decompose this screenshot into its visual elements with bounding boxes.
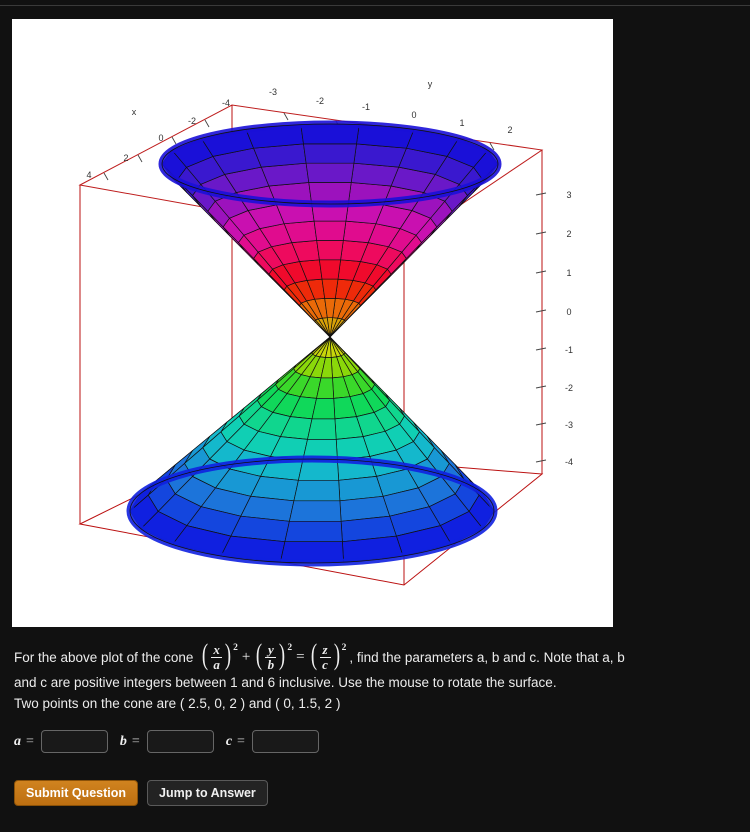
exponent-1: 2 (233, 643, 238, 653)
equals-c: = (237, 733, 245, 749)
term-y-over-b: ( y b ) 2 (254, 638, 293, 672)
left-paren-2: ( (256, 638, 263, 671)
plot-canvas[interactable]: 4 2 0 -2 -4 x -3 -2 -1 0 1 2 y 3 2 1 0 -… (12, 19, 613, 627)
denominator-c: c (322, 657, 328, 673)
x-tick-2: 0 (158, 133, 163, 143)
label-c: c (225, 733, 233, 749)
cone-equation: ( x a ) 2 + ( y b ) 2 = (z c) 2 (200, 638, 347, 672)
z-tick-5: -2 (565, 383, 573, 393)
x-axis-label: x (132, 107, 137, 117)
fraction-z-c: z c (319, 643, 332, 671)
label-a: a (14, 733, 21, 749)
question-text: For the above plot of the cone ( x a ) 2… (14, 638, 714, 714)
question-prefix: For the above plot of the cone (14, 649, 198, 665)
z-tick-6: -3 (565, 420, 573, 430)
answer-inputs-row: a = b = c = (14, 730, 319, 753)
fraction-x-a: x a (210, 643, 223, 671)
y-tick-1: -2 (316, 96, 324, 106)
numerator-y: y (267, 642, 274, 657)
operator-equals: = (296, 648, 305, 665)
y-tick-3: 0 (411, 110, 416, 120)
right-paren-2: ) (279, 638, 286, 671)
question-line-1: For the above plot of the cone ( x a ) 2… (14, 638, 714, 672)
x-tick-4: -4 (222, 98, 230, 108)
left-paren-1: ( (202, 638, 209, 671)
z-tick-2: 1 (566, 268, 571, 278)
y-tick-2: -1 (362, 102, 370, 112)
exponent-3: 2 (341, 643, 347, 653)
input-b[interactable] (146, 730, 214, 753)
numerator-z: z (322, 642, 328, 657)
y-tick-0: -3 (269, 87, 277, 97)
z-tick-0: 3 (566, 190, 571, 200)
y-axis-label: y (428, 79, 433, 89)
fraction-y-b: y b (264, 643, 277, 671)
term-z-over-c: ( z c ) 2 (309, 638, 347, 672)
exponent-2: 2 (287, 643, 293, 653)
label-b: b (119, 733, 127, 749)
x-tick-3: -2 (188, 116, 196, 126)
question-line-3: Two points on the cone are ( 2.5, 0, 2 )… (14, 696, 341, 712)
z-tick-1: 2 (566, 229, 571, 239)
top-divider (0, 5, 750, 6)
z-tick-3: 0 (566, 307, 571, 317)
x-tick-0: 4 (86, 170, 91, 180)
action-buttons: Submit Question Jump to Answer (14, 780, 268, 806)
right-paren-1: ) (225, 638, 232, 671)
cone-3d-plot[interactable]: 4 2 0 -2 -4 x -3 -2 -1 0 1 2 y 3 2 1 0 -… (12, 19, 613, 627)
numerator-x: x (213, 642, 220, 657)
x-tick-1: 2 (123, 153, 128, 163)
y-tick-5: 2 (507, 125, 512, 135)
denominator-b: b (267, 657, 275, 673)
question-line-2: and c are positive integers between 1 an… (14, 675, 557, 691)
input-c[interactable] (251, 730, 319, 753)
left-paren-3: ( (310, 638, 317, 671)
y-tick-4: 1 (459, 118, 464, 128)
term-x-over-a: ( x a ) 2 (200, 638, 238, 672)
input-a[interactable] (40, 730, 108, 753)
jump-to-answer-button[interactable]: Jump to Answer (147, 780, 268, 806)
submit-question-button[interactable]: Submit Question (14, 780, 138, 806)
operator-plus: + (241, 648, 251, 665)
right-paren-3: ) (333, 638, 340, 671)
denominator-a: a (213, 657, 220, 673)
equals-a: = (26, 733, 34, 749)
z-tick-7: -4 (565, 457, 573, 467)
question-suffix: , find the parameters a, b and c. Note t… (349, 649, 625, 665)
equals-b: = (131, 733, 140, 749)
z-tick-4: -1 (565, 345, 573, 355)
